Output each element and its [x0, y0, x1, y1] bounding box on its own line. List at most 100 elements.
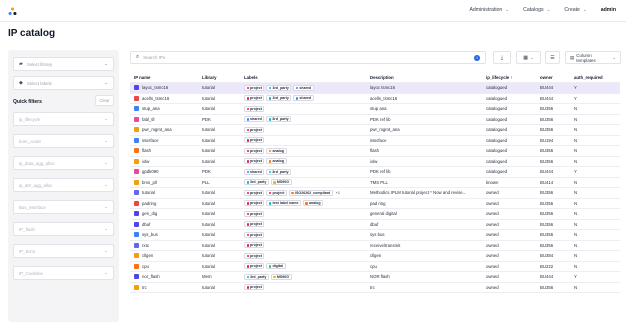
label-chip[interactable]: ISO26262_compliant [288, 189, 333, 196]
quick-filter-select[interactable]: bom_count ⌄ [13, 134, 114, 148]
table-row[interactable]: sys_bus tutorial project sys bus owned BU356 N [130, 230, 620, 241]
label-chip[interactable]: 3rd_party [266, 168, 292, 175]
label-chip[interactable]: project [244, 221, 265, 228]
label-chip[interactable]: project [244, 137, 265, 144]
table-row[interactable]: interface tutorial project interface catalog… [130, 136, 620, 146]
more-labels-count[interactable]: +1 [336, 191, 340, 195]
table-row[interactable]: padring tutorial project test label name ana… [130, 199, 620, 209]
view-options-button[interactable]: ▦ ⌄ [516, 51, 541, 64]
ip-name-cell[interactable]: pwr_mgmt_ana [130, 127, 202, 133]
ip-name-cell[interactable]: nor_flash [130, 274, 202, 280]
app-logo-icon[interactable] [8, 7, 17, 16]
table-row[interactable]: pwr_mgmt_ana tutorial project pwr_mgmt_ana c… [130, 125, 620, 136]
filter-toggle-button[interactable]: ☰ [545, 51, 560, 64]
label-chip[interactable]: project [244, 200, 265, 207]
table-row[interactable]: trc tutorial project trc owned BU356 N [130, 283, 620, 293]
label-chip[interactable]: project [244, 284, 265, 291]
table-row[interactable]: acells_tsmc16 tutorial project 3rd_party sha… [130, 94, 620, 104]
label-chip[interactable]: analog [266, 147, 287, 154]
ip-name-cell[interactable]: acells_tsmc16 [130, 95, 202, 101]
col-description[interactable]: Description [370, 75, 486, 80]
ip-name-cell[interactable]: cllgen [130, 253, 202, 259]
ip-name-cell[interactable]: tutorial [130, 190, 202, 196]
label-chip[interactable]: 3rd_party [266, 95, 292, 102]
ip-name-cell[interactable]: stup_ana [130, 106, 202, 112]
ip-name-cell[interactable]: flash [130, 148, 202, 154]
label-chip[interactable]: analog [266, 158, 287, 165]
label-chip[interactable]: 3rd_party [244, 179, 269, 186]
table-row[interactable]: cllgen tutorial project cllgen owned BU384 N [130, 251, 620, 262]
label-chip[interactable]: shared [293, 95, 314, 102]
label-chip[interactable]: analog [302, 200, 324, 207]
table-row[interactable]: gen_dig tutorial project general digital own… [130, 209, 620, 220]
table-row[interactable]: layoc_tsmc16 tutorial project 3rd_party shar… [130, 83, 620, 94]
table-row[interactable]: iolw tutorial project analog iolw catalogued B… [130, 157, 620, 167]
quick-filter-select[interactable]: ip_lifecycle ⌄ [13, 112, 114, 126]
label-chip[interactable]: project [244, 189, 265, 196]
ip-name-cell[interactable]: rxtx [130, 242, 202, 248]
label-chip[interactable]: project [244, 95, 265, 102]
ip-name-cell[interactable]: trc [130, 284, 202, 290]
col-auth-required[interactable]: auth_required [574, 75, 620, 80]
label-chip[interactable]: project [244, 242, 265, 249]
label-chip[interactable]: shared [244, 168, 265, 175]
label-chip[interactable]: 3rd_party [266, 84, 292, 91]
ip-name-cell[interactable]: bms_pll [130, 179, 202, 185]
label-chip[interactable]: project [244, 84, 265, 91]
table-row[interactable]: flash tutorial project analog flash catalogue… [130, 146, 620, 157]
label-chip[interactable]: project [244, 105, 265, 112]
label-chip[interactable]: project [244, 263, 265, 270]
label-chip[interactable]: project [244, 210, 265, 217]
clear-filters-button[interactable]: Clear [95, 95, 114, 106]
label-chip[interactable]: project [244, 158, 265, 165]
quick-filter-select[interactable]: IP_flash ⌄ [13, 222, 114, 236]
label-chip[interactable]: 3rd_party [244, 273, 269, 280]
quick-filter-select[interactable]: Bus_interface ⌄ [13, 200, 114, 214]
table-row[interactable]: fabl_tll PDK shared 3rd_party PDK ref lib cat… [130, 115, 620, 125]
table-row[interactable]: nor_flash Mem 3rd_party MS90G NOR flash owned… [130, 272, 620, 283]
col-owner[interactable]: owner [540, 75, 574, 80]
label-chip[interactable]: project [244, 231, 265, 238]
table-row[interactable]: stup_ana tutorial project stup ana catalogue… [130, 104, 620, 115]
quick-filter-select[interactable]: IP_Error ⌄ [13, 244, 114, 258]
ip-name-cell[interactable]: gpdk090 [130, 169, 202, 175]
ip-name-cell[interactable]: fabl_tll [130, 116, 202, 122]
label-chip[interactable]: MS90G [270, 179, 292, 186]
ip-name-cell[interactable]: iolw [130, 158, 202, 164]
label-chip[interactable]: project [266, 189, 287, 196]
download-button[interactable]: ⤓ [493, 51, 511, 64]
table-row[interactable]: dbuf tutorial project dbuf owned BU356 N [130, 220, 620, 230]
labels-select[interactable]: ◆ Select labels ⌄ [13, 76, 114, 90]
label-chip[interactable]: project [244, 147, 265, 154]
col-ip-name[interactable]: IP name [130, 75, 202, 80]
nav-create[interactable]: Create ⌄ [564, 7, 586, 13]
col-labels[interactable]: Labels [244, 75, 370, 80]
ip-name-cell[interactable]: padring [130, 200, 202, 206]
ip-name-cell[interactable]: layoc_tsmc16 [130, 85, 202, 91]
label-chip[interactable]: project [244, 252, 265, 259]
label-chip[interactable]: project [244, 126, 265, 133]
nav-catalogs[interactable]: Catalogs ⌄ [523, 7, 550, 13]
ip-name-cell[interactable]: sys_bus [130, 232, 202, 238]
user-menu[interactable]: admin [601, 7, 616, 13]
table-row[interactable]: rxtx tutorial project receive/transmit owned… [130, 241, 620, 251]
column-templates-button[interactable]: ▤ Column templates ⌄ [565, 51, 621, 64]
quick-filter-select[interactable]: ip_data_agg_alloc ⌄ [13, 156, 114, 170]
table-row[interactable]: gpdk090 PDK shared 3rd_party PDK ref lib cata… [130, 167, 620, 178]
col-library[interactable]: Library [202, 75, 244, 80]
table-row[interactable]: bms_pll PLL 3rd_party MS90G TMS PLL known BU41… [130, 178, 620, 188]
col-ip-lifecycle[interactable]: ip_lifecycle ↑ [486, 75, 540, 80]
library-select[interactable]: ▰ Select library ⌄ [13, 57, 114, 71]
label-chip[interactable]: shared [244, 116, 265, 123]
label-chip[interactable]: MS90G [270, 273, 292, 280]
search-input[interactable]: ⌕ Search IPs i [130, 51, 486, 64]
ip-name-cell[interactable]: gen_dig [130, 211, 202, 217]
label-chip[interactable]: 3rd_party [266, 116, 292, 123]
quick-filter-select[interactable]: IP_Codeline ⌄ [13, 266, 114, 280]
label-chip[interactable]: digital [266, 263, 286, 270]
label-chip[interactable]: shared [293, 84, 314, 91]
table-row[interactable]: tutorial tutorial project project ISO26262_c… [130, 188, 620, 199]
label-chip[interactable]: test label name [266, 200, 301, 207]
info-icon[interactable]: i [474, 54, 480, 61]
ip-name-cell[interactable]: dbuf [130, 221, 202, 227]
